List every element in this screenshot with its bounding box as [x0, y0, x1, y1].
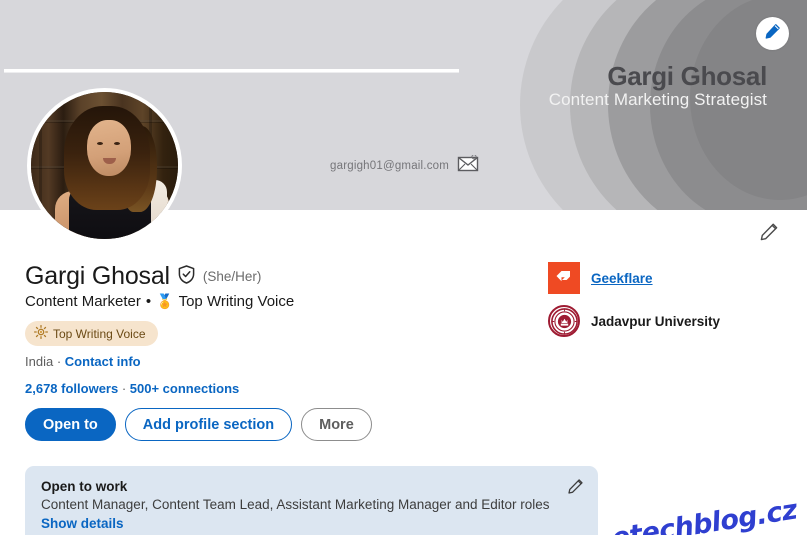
- profile-action-buttons: Open to Add profile section More: [25, 408, 372, 441]
- photo-face-detail: [114, 142, 120, 145]
- banner-job-title: Content Marketing Strategist: [548, 90, 767, 109]
- photo-bg-detail: [39, 92, 42, 239]
- location-row: India · Contact info: [25, 354, 141, 369]
- location-label: India: [25, 354, 54, 369]
- status-badge-label: Top Writing Voice: [53, 326, 146, 341]
- open-to-button[interactable]: Open to: [25, 408, 116, 441]
- linkedin-profile-page: Gargi Ghosal Content Marketing Strategis…: [0, 0, 807, 535]
- edit-open-to-work-button[interactable]: [564, 478, 586, 500]
- rail-item-company[interactable]: Geekflare: [548, 262, 720, 294]
- location-separator: ·: [56, 354, 62, 369]
- profile-headline: Content Marketer • 🏅 Top Writing Voice: [25, 293, 294, 310]
- watermark: etechblog.cz: [609, 494, 799, 535]
- banner-name: Gargi Ghosal: [607, 61, 767, 91]
- headline-separator: •: [145, 293, 152, 310]
- pronouns-label: (She/Her): [202, 269, 262, 284]
- photo-face-detail: [97, 142, 103, 145]
- status-badge[interactable]: Top Writing Voice: [25, 321, 158, 346]
- jadavpur-university-seal-icon: [548, 305, 580, 337]
- headline-award: Top Writing Voice: [178, 293, 295, 310]
- stats-separator: ·: [118, 381, 130, 396]
- profile-right-rail: Geekflare Jadavpur University: [548, 262, 720, 337]
- more-button[interactable]: More: [301, 408, 372, 441]
- page-title: Gargi Ghosal: [25, 262, 170, 290]
- medal-icon: 🏅: [156, 293, 174, 309]
- contact-info-link[interactable]: Contact info: [65, 354, 141, 369]
- open-to-work-title: Open to work: [41, 479, 128, 494]
- pencil-icon: [764, 23, 781, 45]
- headline-role: Content Marketer: [25, 293, 141, 310]
- open-to-work-description: Content Manager, Content Team Lead, Assi…: [41, 497, 550, 512]
- connections-count[interactable]: 500+ connections: [130, 381, 239, 396]
- show-details-link[interactable]: Show details: [41, 516, 124, 531]
- followers-count[interactable]: 2,678 followers: [25, 381, 118, 396]
- pencil-icon: [759, 222, 779, 247]
- rail-item-education[interactable]: Jadavpur University: [548, 305, 720, 337]
- pencil-icon: [567, 478, 584, 500]
- open-to-work-card: Open to work Content Manager, Content Te…: [25, 466, 598, 535]
- edit-banner-button[interactable]: [756, 17, 789, 50]
- photo-face-detail: [103, 158, 116, 164]
- add-profile-section-button[interactable]: Add profile section: [124, 408, 293, 441]
- verified-shield-icon[interactable]: [178, 264, 195, 289]
- sun-burst-icon: [33, 324, 49, 342]
- edit-intro-button[interactable]: [756, 221, 782, 247]
- photo-person-face: [87, 120, 131, 176]
- envelope-icon: [457, 154, 479, 177]
- profile-photo[interactable]: [27, 88, 182, 243]
- profile-stats-row: 2,678 followers · 500+ connections: [25, 381, 239, 396]
- geekflare-logo-icon: [548, 262, 580, 294]
- rail-item-company-label[interactable]: Geekflare: [591, 271, 653, 286]
- avatar-image: [31, 92, 178, 239]
- banner-email-text: gargigh01@gmail.com: [330, 160, 450, 172]
- rail-item-education-label: Jadavpur University: [591, 313, 721, 329]
- banner-email-row: gargigh01@gmail.com: [330, 154, 479, 177]
- profile-name-row: Gargi Ghosal (She/Her): [25, 262, 261, 291]
